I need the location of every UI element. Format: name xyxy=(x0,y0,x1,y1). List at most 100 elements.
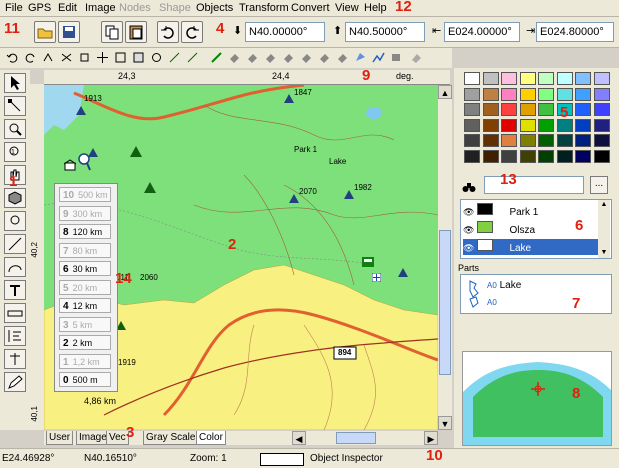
color-swatch[interactable] xyxy=(519,134,536,147)
south-coord-field[interactable]: N40.50000° xyxy=(345,22,425,42)
color-swatch[interactable] xyxy=(519,149,536,163)
color-swatch[interactable] xyxy=(464,149,480,163)
shape-tool-icon[interactable] xyxy=(264,51,277,64)
search-options-button[interactable]: ... xyxy=(590,176,608,194)
color-swatch[interactable] xyxy=(464,87,480,101)
map-vertical-scrollbar[interactable]: ▲ ▼ xyxy=(438,85,452,430)
line-tool-button[interactable] xyxy=(4,234,26,254)
select-tool-button[interactable] xyxy=(4,73,26,93)
poi-icon[interactable] xyxy=(390,51,403,64)
color-swatch[interactable] xyxy=(593,72,610,85)
shape-square-icon[interactable] xyxy=(132,51,145,64)
undo-button[interactable] xyxy=(157,21,179,43)
scroll-thumb[interactable] xyxy=(336,432,376,444)
shape-tool-icon[interactable] xyxy=(246,51,259,64)
color-swatch[interactable] xyxy=(501,118,517,132)
scroll-left-icon[interactable]: ◀ xyxy=(292,431,306,445)
measure-tool-button[interactable] xyxy=(4,303,26,323)
redo-button[interactable] xyxy=(181,21,203,43)
add-node-icon[interactable] xyxy=(168,51,181,64)
part-item[interactable]: A0 xyxy=(487,297,497,308)
split-tool-button[interactable] xyxy=(4,349,26,369)
shape-tool-icon[interactable] xyxy=(282,51,295,64)
color-swatch[interactable] xyxy=(556,149,573,163)
color-swatch[interactable] xyxy=(538,87,554,101)
erase-icon[interactable] xyxy=(410,51,423,64)
paste-button[interactable] xyxy=(125,21,147,43)
color-swatch[interactable] xyxy=(593,149,610,163)
menu-objects[interactable]: Objects xyxy=(196,1,233,15)
scroll-down-icon[interactable]: ▼ xyxy=(598,248,610,258)
color-swatch[interactable] xyxy=(538,72,554,85)
scale-option[interactable]: 4 12 km xyxy=(59,298,111,313)
color-swatch[interactable] xyxy=(482,72,499,85)
crop-icon[interactable] xyxy=(78,51,91,64)
color-swatch[interactable] xyxy=(519,103,536,116)
polygon-icon[interactable] xyxy=(354,51,367,64)
color-swatch[interactable] xyxy=(556,87,573,101)
object-list-item[interactable]: 👁 Lake xyxy=(463,239,601,255)
color-swatch[interactable] xyxy=(464,72,480,85)
color-swatch[interactable] xyxy=(575,72,591,85)
scale-option[interactable]: 5 20 km xyxy=(59,279,111,295)
mirror-icon[interactable] xyxy=(60,51,73,64)
scale-option[interactable]: 35 km xyxy=(59,316,111,332)
color-swatch[interactable] xyxy=(482,134,499,147)
menu-transform[interactable]: Transform xyxy=(239,1,289,15)
menu-help[interactable]: Help xyxy=(364,1,387,15)
visibility-eye-icon[interactable]: 👁 xyxy=(463,225,474,235)
menu-gps[interactable]: GPS xyxy=(28,1,51,15)
scroll-up-icon[interactable]: ▲ xyxy=(598,200,610,210)
align-tool-button[interactable] xyxy=(4,326,26,346)
menu-view[interactable]: View xyxy=(335,1,359,15)
object-list-scrollbar[interactable]: ▲ ▼ xyxy=(598,200,610,258)
color-swatch[interactable] xyxy=(575,87,591,101)
color-swatch[interactable] xyxy=(575,149,591,163)
color-swatch[interactable] xyxy=(538,118,554,132)
color-swatch[interactable] xyxy=(538,103,554,116)
color-swatch[interactable] xyxy=(464,118,480,132)
menu-convert[interactable]: Convert xyxy=(291,1,330,15)
scale-option[interactable]: 22 km xyxy=(59,335,111,350)
color-swatch[interactable] xyxy=(556,134,573,147)
visibility-eye-icon[interactable]: 👁 xyxy=(463,207,474,217)
poi-tool-button[interactable] xyxy=(4,211,26,231)
color-swatch[interactable] xyxy=(519,87,536,101)
part-item[interactable]: A0 Lake xyxy=(487,280,521,291)
scale-option[interactable]: 6 30 km xyxy=(59,261,111,276)
scale-option[interactable]: 10 500 km xyxy=(59,187,111,202)
scroll-down-icon[interactable]: ▼ xyxy=(438,416,452,430)
color-swatch[interactable] xyxy=(482,118,499,132)
rotate-ccw-icon[interactable] xyxy=(6,51,19,64)
north-coord-field[interactable]: N40.00000° xyxy=(245,22,325,42)
color-swatch[interactable] xyxy=(575,118,591,132)
flip-icon[interactable] xyxy=(42,51,55,64)
color-swatch[interactable] xyxy=(464,134,480,147)
shape-tool-icon[interactable] xyxy=(318,51,331,64)
menu-edit[interactable]: Edit xyxy=(58,1,77,15)
shape-tool-icon[interactable] xyxy=(300,51,313,64)
search-input[interactable] xyxy=(484,176,584,194)
polyline-icon[interactable] xyxy=(372,51,385,64)
tab-user[interactable]: User xyxy=(46,431,74,445)
text-tool-button[interactable] xyxy=(4,280,26,300)
save-button[interactable] xyxy=(58,21,80,43)
shape-tool-icon[interactable] xyxy=(228,51,241,64)
color-swatch[interactable] xyxy=(482,87,499,101)
scroll-thumb[interactable] xyxy=(439,230,451,375)
zoom-tool-button[interactable] xyxy=(4,119,26,139)
curve-tool-button[interactable] xyxy=(4,257,26,277)
scale-option[interactable]: 8 120 km xyxy=(59,224,111,239)
node-tool-button[interactable] xyxy=(4,96,26,116)
scale-option[interactable]: 7 80 km xyxy=(59,242,111,258)
color-swatch[interactable] xyxy=(464,103,480,116)
join-icon[interactable] xyxy=(150,51,163,64)
scale-option[interactable]: 0 500 m xyxy=(59,372,111,387)
color-swatch[interactable] xyxy=(501,134,517,147)
color-swatch[interactable] xyxy=(593,87,610,101)
color-swatch[interactable] xyxy=(501,103,517,116)
scroll-up-icon[interactable]: ▲ xyxy=(438,85,452,99)
color-swatch[interactable] xyxy=(519,118,536,132)
copy-button[interactable] xyxy=(101,21,123,43)
tab-image[interactable]: Image xyxy=(76,431,110,445)
